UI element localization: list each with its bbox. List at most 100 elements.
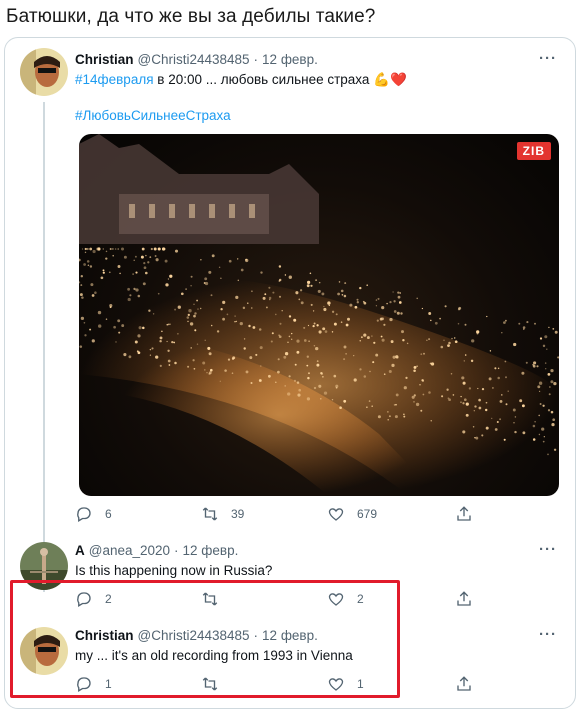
candle-light — [396, 356, 399, 359]
candle-light — [147, 261, 150, 264]
more-options-icon[interactable]: ··· — [539, 50, 557, 67]
candle-light — [316, 363, 320, 367]
candle-light — [489, 350, 492, 352]
candle-light — [109, 247, 112, 251]
candle-light — [97, 247, 101, 251]
candle-light — [222, 317, 225, 321]
author-handle[interactable]: @anea_2020 — [89, 543, 170, 558]
candle-light — [150, 247, 153, 251]
candle-light — [102, 248, 105, 250]
tweet-date[interactable]: 12 февр. — [183, 543, 239, 558]
reply-button[interactable]: 6 — [75, 505, 112, 523]
candle-light — [200, 307, 202, 310]
share-button[interactable] — [455, 505, 473, 523]
candle-light — [296, 339, 300, 343]
candle-light — [413, 365, 417, 369]
candle-light — [331, 331, 334, 333]
candle-light — [284, 352, 289, 356]
candle-light — [476, 330, 480, 334]
candle-light — [251, 307, 253, 309]
hashtag-link[interactable]: #14февраля — [75, 72, 154, 87]
candle-light — [293, 379, 297, 382]
candle-light — [140, 255, 144, 259]
candle-light — [448, 341, 451, 345]
candle-light — [422, 393, 425, 396]
candle-light — [258, 379, 262, 382]
separator-dot: · — [174, 543, 179, 558]
candle-light — [450, 372, 453, 375]
candle-light — [522, 431, 526, 435]
more-options-icon[interactable]: ··· — [539, 541, 557, 558]
candle-light — [307, 324, 310, 327]
more-options-icon[interactable]: ··· — [539, 626, 557, 643]
candle-light — [197, 308, 199, 310]
tweet-date[interactable]: 12 февр. — [262, 52, 318, 67]
candle-light — [548, 393, 551, 396]
share-button[interactable] — [455, 590, 473, 608]
candle-light — [161, 330, 163, 333]
candle-light — [315, 346, 319, 351]
candle-light — [405, 376, 408, 380]
candle-light — [268, 374, 271, 378]
candle-light — [354, 305, 358, 309]
candle-light — [144, 271, 148, 275]
candle-light — [463, 360, 465, 362]
candle-light — [317, 289, 321, 293]
candle-light — [387, 411, 389, 413]
candle-light — [247, 302, 249, 304]
candle-light — [322, 376, 324, 378]
candle-light — [313, 345, 316, 347]
candle-light — [481, 387, 485, 391]
hashtag-link[interactable]: #ЛюбовьСильнееСтраха — [75, 108, 231, 123]
candle-light — [481, 434, 484, 437]
candle-light — [316, 324, 319, 327]
candle-light — [472, 426, 475, 428]
candle-light — [120, 247, 125, 251]
candle-light — [413, 401, 415, 403]
candle-light — [389, 300, 392, 304]
candle-light — [210, 294, 213, 297]
candle-light — [224, 369, 227, 372]
author-name[interactable]: A — [75, 543, 85, 558]
candle-light — [401, 330, 404, 334]
candle-light — [143, 262, 146, 265]
candle-light — [557, 356, 559, 359]
candle-light — [152, 313, 155, 315]
candle-light — [117, 265, 121, 268]
candle-light — [149, 348, 152, 351]
candle-light — [375, 299, 378, 301]
candle-light — [468, 387, 472, 390]
candle-light — [242, 306, 246, 310]
share-icon — [457, 506, 471, 521]
candle-light — [260, 271, 263, 274]
candle-light — [553, 381, 557, 386]
candle-light — [307, 280, 311, 284]
candle-light — [478, 406, 482, 410]
candle-light — [359, 340, 361, 342]
author-handle[interactable]: @Christi24438485 — [138, 52, 250, 67]
candle-light — [187, 313, 190, 317]
candle-light — [174, 361, 177, 365]
candle-light — [132, 273, 134, 275]
candle-light — [89, 265, 93, 268]
like-button[interactable]: 679 — [327, 505, 377, 523]
candle-light — [444, 305, 447, 308]
candle-light — [97, 310, 102, 315]
candle-light — [284, 274, 287, 276]
video-media[interactable]: ZIB — [79, 134, 559, 496]
candle-light — [190, 347, 192, 349]
author-name[interactable]: Christian — [75, 52, 134, 67]
avatar[interactable] — [20, 48, 68, 96]
candle-light — [536, 365, 539, 368]
candle-light — [344, 282, 347, 285]
candle-light — [248, 324, 251, 328]
retweet-button[interactable]: 39 — [201, 505, 244, 523]
candle-light — [235, 320, 238, 323]
candle-light — [343, 399, 347, 403]
candle-light — [141, 247, 145, 251]
tweet-text: Is this happening now in Russia? — [75, 563, 273, 578]
candle-light — [403, 415, 406, 418]
candle-light — [98, 324, 102, 328]
share-button[interactable] — [455, 675, 473, 693]
candle-light — [142, 326, 145, 330]
